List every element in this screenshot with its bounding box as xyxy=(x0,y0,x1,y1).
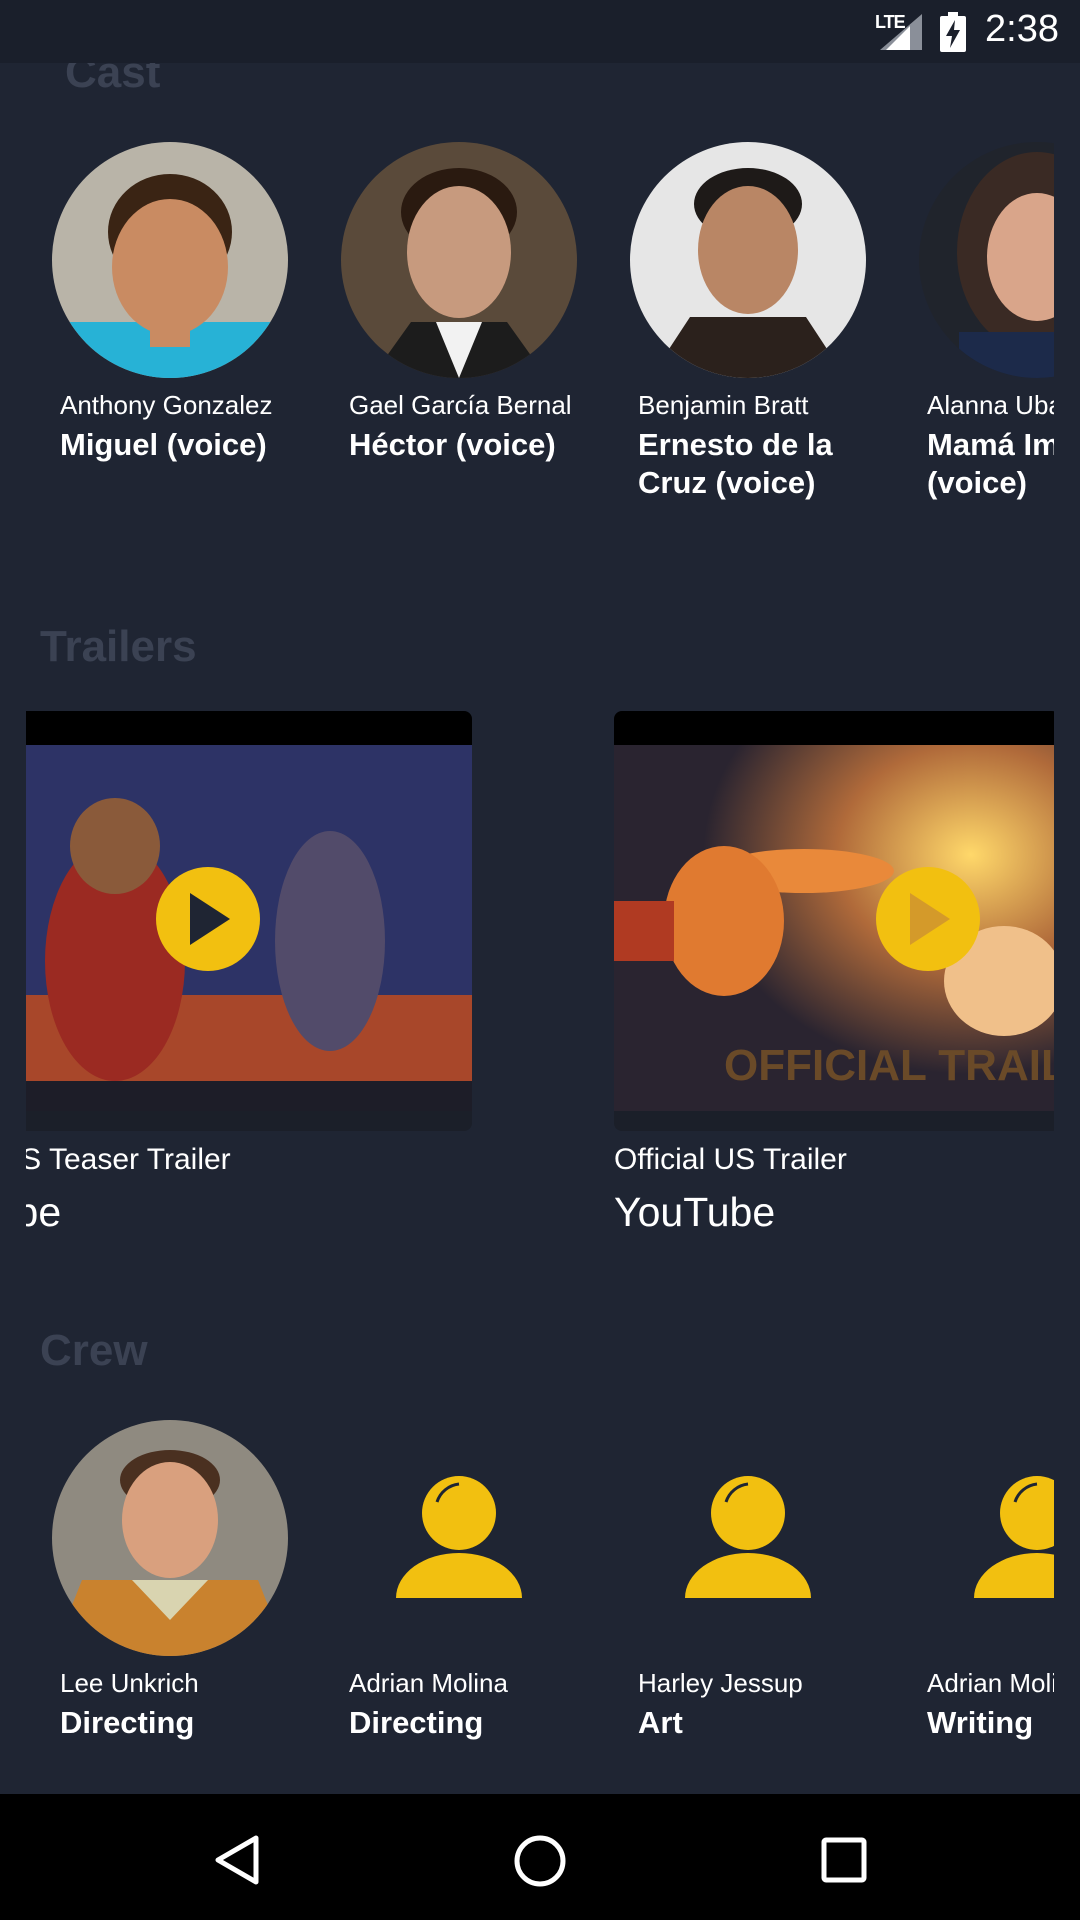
cast-role: Héctor (voice) xyxy=(349,427,556,462)
cast-list[interactable]: Anthony Gonzalez Miguel (voice) Gael Gar… xyxy=(0,142,1080,522)
cast-role: Miguel (voice) xyxy=(60,427,267,462)
battery-charging-icon xyxy=(940,12,966,52)
crew-name: Harley Jessup xyxy=(638,1668,803,1698)
cast-photo xyxy=(630,142,866,378)
trailer-site: YouTube xyxy=(614,1189,776,1231)
crew-job: Directing xyxy=(349,1705,484,1740)
crew-job: Art xyxy=(638,1705,683,1740)
crew-name: Adrian Molina xyxy=(927,1668,1054,1698)
trailer-thumbnail[interactable] xyxy=(26,711,472,1131)
crew-job: Writing xyxy=(927,1705,1034,1740)
trailer-thumbnail[interactable]: OFFICIAL TRAILER xyxy=(614,711,1054,1131)
cast-role: Ernesto de la Cruz (voice) xyxy=(638,427,833,500)
crew-name: Lee Unkrich xyxy=(60,1668,199,1698)
cast-name: Alanna Ubach xyxy=(927,390,1054,420)
trailers-list[interactable]: Official US Teaser Trailer YouTube xyxy=(0,711,1080,1231)
signal-icon xyxy=(880,14,922,50)
home-circle-icon[interactable] xyxy=(513,1834,567,1888)
play-button[interactable] xyxy=(156,867,260,971)
cast-name: Anthony Gonzalez xyxy=(60,390,273,420)
navigation-bar xyxy=(0,1794,1080,1920)
person-placeholder-icon xyxy=(630,1420,866,1656)
crew-section-title: Crew xyxy=(40,1326,148,1375)
back-triangle-icon[interactable] xyxy=(212,1834,260,1886)
cast-photo xyxy=(341,142,577,378)
person-placeholder-icon xyxy=(341,1420,577,1656)
cast-role: Mamá Imelda (voice) xyxy=(927,427,1054,500)
trailer-overlay-text: OFFICIAL TRAILER xyxy=(724,1041,1054,1090)
cast-photo xyxy=(919,142,1054,378)
cast-name: Gael García Bernal xyxy=(349,390,572,420)
crew-job: Directing xyxy=(60,1705,195,1740)
trailers-section-title: Trailers xyxy=(40,622,197,671)
crew-photo xyxy=(52,1420,288,1656)
trailer-name: Official US Teaser Trailer xyxy=(26,1143,231,1176)
clock: 2:38 xyxy=(985,8,1059,50)
person-placeholder-icon xyxy=(919,1420,1054,1656)
play-button[interactable] xyxy=(876,867,980,971)
cast-name: Benjamin Bratt xyxy=(638,390,809,420)
play-icon xyxy=(910,893,950,945)
cast-photo xyxy=(52,142,288,378)
play-icon xyxy=(190,893,230,945)
crew-list[interactable]: Lee Unkrich Directing Adrian Molina Dire… xyxy=(0,1420,1080,1760)
status-bar: LTE 2:38 xyxy=(0,0,1080,63)
trailer-name: Official US Trailer xyxy=(614,1143,847,1176)
trailer-site: YouTube xyxy=(26,1189,62,1231)
recents-square-icon[interactable] xyxy=(820,1836,868,1884)
crew-name: Adrian Molina xyxy=(349,1668,508,1698)
